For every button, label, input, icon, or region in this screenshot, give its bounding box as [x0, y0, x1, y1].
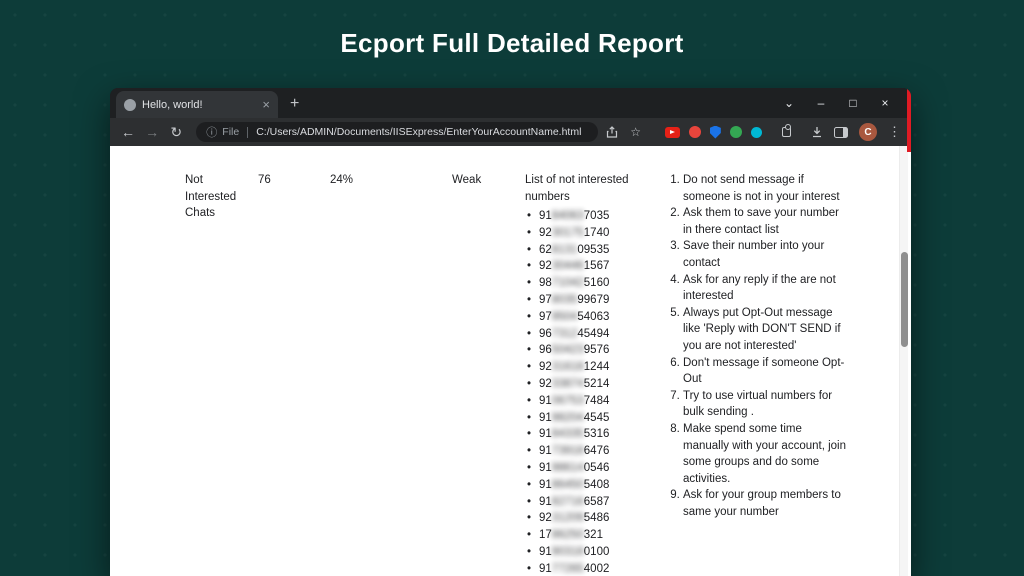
tip-item: Ask them to save your number in there co…: [683, 205, 846, 238]
browser-window: Hello, world! × + ⌄ – □ × ← → ↻ ⓘ File C…: [110, 88, 911, 576]
green-extension-icon[interactable]: [730, 126, 742, 138]
numbers-column: List of not interested numbers 918406370…: [525, 172, 647, 576]
page-content: Not Interested Chats 76 24% Weak List of…: [110, 146, 911, 576]
tab-close-icon[interactable]: ×: [262, 98, 270, 111]
page-title: Ecport Full Detailed Report: [0, 28, 1024, 59]
phone-number-item: 91067537484: [525, 393, 647, 410]
extensions-cluster: [665, 126, 762, 139]
tab-title: Hello, world!: [142, 99, 256, 111]
refresh-button-icon[interactable]: ↻: [168, 124, 184, 141]
phone-number-item: 97803599679: [525, 292, 647, 309]
phone-numbers-list: 91840637035 92301751740 62813109535 9230…: [525, 208, 647, 576]
content-scrollbar[interactable]: [899, 146, 908, 576]
numbers-list-title: List of not interested numbers: [525, 172, 647, 205]
phone-number-item: 91982044545: [525, 410, 647, 427]
tip-item: Make spend some time manually with your …: [683, 421, 846, 487]
phone-number-item: 1786250321: [525, 527, 647, 544]
browser-tab[interactable]: Hello, world! ×: [116, 91, 278, 118]
close-button[interactable]: ×: [869, 88, 901, 118]
toolbar-right-cluster: C ⋮: [811, 123, 901, 141]
new-tab-button[interactable]: +: [290, 95, 299, 113]
forward-button-icon[interactable]: →: [144, 124, 160, 140]
phone-number-item: 91772654002: [525, 561, 647, 576]
youtube-extension-icon[interactable]: [665, 127, 680, 138]
downloads-icon[interactable]: [811, 126, 823, 138]
phone-number-item: 91903180100: [525, 544, 647, 561]
tip-item: Don't message if someone Opt-Out: [683, 355, 846, 388]
address-url-text: C:/Users/ADMIN/Documents/IISExpress/Ente…: [256, 126, 581, 138]
scrollbar-thumb[interactable]: [901, 252, 908, 347]
back-button-icon[interactable]: ←: [120, 124, 136, 140]
row-strength: Weak: [452, 172, 481, 189]
phone-number-item: 96504239576: [525, 342, 647, 359]
tip-item: Ask for any reply if the are not interes…: [683, 272, 846, 305]
phone-number-item: 92301751740: [525, 225, 647, 242]
tip-item: Try to use virtual numbers for bulk send…: [683, 388, 846, 421]
phone-number-item: 62813109535: [525, 242, 647, 259]
extensions-puzzle-icon[interactable]: [782, 127, 791, 137]
phone-number-item: 92312095486: [525, 510, 647, 527]
window-controls: ⌄ – □ ×: [773, 88, 901, 118]
address-divider: [247, 127, 248, 138]
red-extension-icon[interactable]: [689, 126, 701, 138]
tip-item: Save their number into your contact: [683, 238, 846, 271]
shield-extension-icon[interactable]: [710, 126, 721, 139]
red-edge-strip: [907, 88, 911, 152]
side-panel-icon[interactable]: [834, 127, 848, 138]
tab-search-chevron-icon[interactable]: ⌄: [773, 88, 805, 118]
phone-number-item: 91843355316: [525, 426, 647, 443]
phone-number-item: 92338745214: [525, 376, 647, 393]
tip-item: Ask for your group members to same your …: [683, 487, 846, 520]
tips-list: Do not send message if someone is not in…: [668, 172, 846, 520]
tip-item: Do not send message if someone is not in…: [683, 172, 846, 205]
phone-number-item: 91827166587: [525, 494, 647, 511]
row-percent: 24%: [330, 172, 353, 189]
phone-number-item: 91739186476: [525, 443, 647, 460]
phone-number-item: 91840637035: [525, 208, 647, 225]
tips-column: Do not send message if someone is not in…: [668, 172, 846, 520]
tab-favicon-icon: [124, 99, 136, 111]
phone-number-item: 91986140546: [525, 460, 647, 477]
tip-item: Always put Opt-Out message like 'Reply w…: [683, 305, 846, 355]
row-label: Not Interested Chats: [185, 172, 249, 222]
phone-number-item: 97950454063: [525, 309, 647, 326]
share-icon[interactable]: [606, 126, 620, 138]
page-info-icon[interactable]: ⓘ: [206, 124, 217, 140]
address-scheme-label: File: [222, 126, 239, 138]
phone-number-item: 92316181244: [525, 359, 647, 376]
teal-extension-icon[interactable]: [751, 127, 762, 138]
browser-toolbar: ← → ↻ ⓘ File C:/Users/ADMIN/Documents/II…: [110, 118, 911, 146]
phone-number-item: 96731245494: [525, 326, 647, 343]
phone-number-item: 92304461567: [525, 258, 647, 275]
maximize-button[interactable]: □: [837, 88, 869, 118]
address-bar[interactable]: ⓘ File C:/Users/ADMIN/Documents/IISExpre…: [196, 122, 598, 142]
minimize-button[interactable]: –: [805, 88, 837, 118]
tab-bar: Hello, world! × + ⌄ – □ ×: [110, 88, 911, 118]
row-count: 76: [258, 172, 271, 189]
menu-kebab-icon[interactable]: ⋮: [888, 124, 901, 140]
bookmark-star-icon[interactable]: ☆: [629, 125, 643, 139]
phone-number-item: 98710425160: [525, 275, 647, 292]
profile-avatar[interactable]: C: [859, 123, 877, 141]
phone-number-item: 91864505408: [525, 477, 647, 494]
